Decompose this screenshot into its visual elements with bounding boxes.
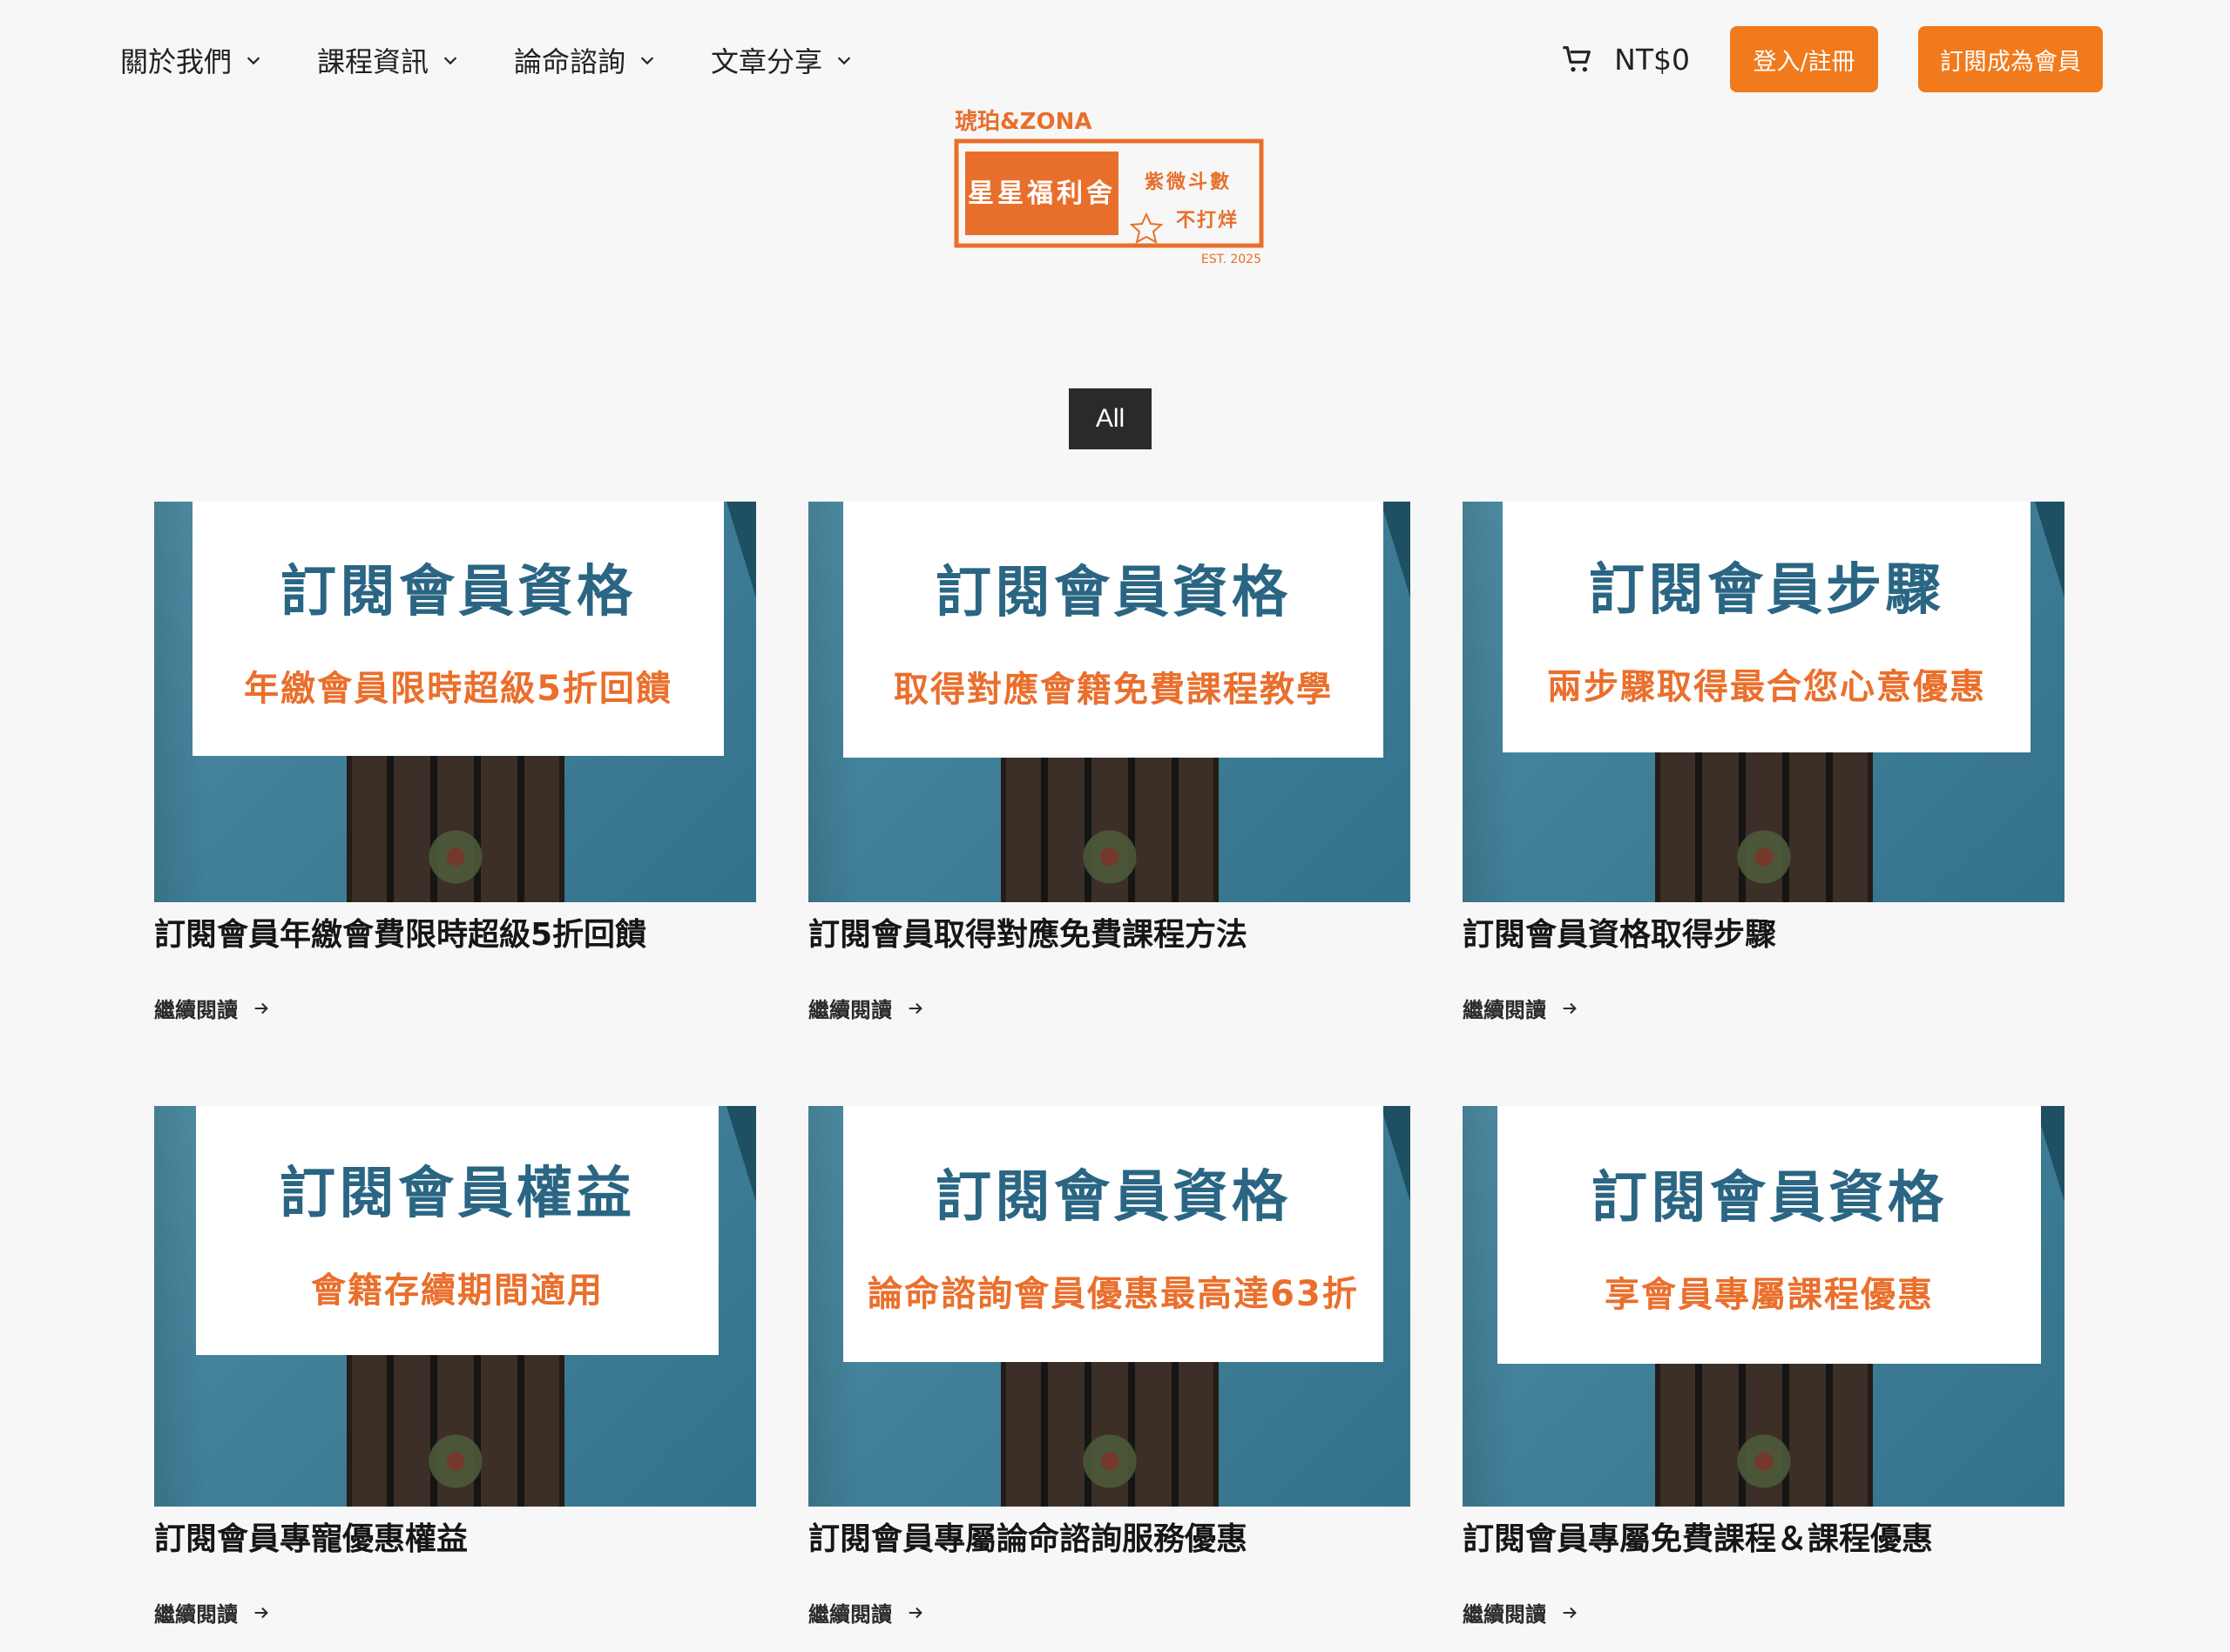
read-more-label: 繼續閱讀: [1463, 998, 1546, 1022]
post-thumbnail[interactable]: 訂閱會員步驟 兩步驟取得最合您心意優惠: [1463, 502, 2064, 902]
arrow-right-icon: [1563, 1607, 1577, 1618]
thumbnail-subtitle: 年繳會員限時超級5折回饋: [244, 669, 672, 709]
nav-item-courses[interactable]: 課程資訊: [317, 40, 460, 80]
arrow-right-icon: [1563, 1002, 1577, 1014]
filter-all-button[interactable]: All: [1069, 388, 1152, 449]
post-card: 訂閱會員步驟 兩步驟取得最合您心意優惠 訂閱會員資格取得步驟 繼續閱讀: [1463, 502, 2064, 1023]
window-image: [1654, 1350, 1873, 1507]
nav-item-about[interactable]: 關於我們: [120, 40, 263, 80]
window-image: [1654, 745, 1873, 902]
arrow-right-icon: [909, 1002, 922, 1014]
thumbnail-panel: 訂閱會員資格 取得對應會籍免費課程教學: [843, 502, 1383, 758]
nav-item-label: 課程資訊: [317, 45, 429, 78]
read-more-label: 繼續閱讀: [808, 998, 892, 1022]
nav-actions: NT$0 登入/註冊 訂閱成為會員: [1560, 26, 2103, 92]
thumbnail-title: 訂閱會員資格: [936, 1165, 1291, 1230]
thumbnail-panel: 訂閱會員權益 會籍存續期間適用: [196, 1106, 719, 1355]
post-thumbnail[interactable]: 訂閱會員資格 年繳會員限時超級5折回饋: [154, 502, 756, 902]
cart-icon: [1563, 46, 1591, 72]
thumbnail-subtitle: 取得對應會籍免費課程教學: [894, 670, 1333, 710]
read-more-link[interactable]: 繼續閱讀: [808, 993, 1410, 1023]
window-image: [346, 1350, 564, 1507]
thumbnail-subtitle: 享會員專屬課程優惠: [1605, 1275, 1934, 1315]
main-nav: 關於我們 課程資訊 論命諮詢 文章分享: [120, 40, 854, 80]
post-card: 訂閱會員資格 年繳會員限時超級5折回饋 訂閱會員年繳會費限時超級5折回饋 繼續閱…: [154, 502, 756, 1023]
window-image: [1000, 1350, 1219, 1507]
read-more-label: 繼續閱讀: [808, 1602, 892, 1627]
post-thumbnail[interactable]: 訂閱會員權益 會籍存續期間適用: [154, 1106, 756, 1507]
subscribe-button[interactable]: 訂閱成為會員: [1918, 26, 2103, 92]
thumbnail-title: 訂閱會員資格: [1591, 1166, 1947, 1231]
nav-item-articles[interactable]: 文章分享: [711, 40, 854, 80]
arrow-right-icon: [254, 1607, 268, 1618]
nav-item-label: 論命諮詢: [514, 45, 626, 78]
thumbnail-panel: 訂閱會員步驟 兩步驟取得最合您心意優惠: [1503, 502, 2031, 752]
login-register-button[interactable]: 登入/註冊: [1730, 26, 1878, 92]
thumbnail-panel: 訂閱會員資格 享會員專屬課程優惠: [1497, 1106, 2041, 1364]
chevron-down-icon: [640, 57, 654, 65]
post-title[interactable]: 訂閱會員年繳會費限時超級5折回饋: [154, 909, 756, 954]
thumbnail-title: 訂閱會員資格: [280, 560, 636, 624]
read-more-link[interactable]: 繼續閱讀: [1463, 993, 2064, 1023]
thumbnail-subtitle: 兩步驟取得最合您心意優惠: [1547, 667, 1986, 707]
read-more-link[interactable]: 繼續閱讀: [154, 1597, 756, 1628]
post-thumbnail[interactable]: 訂閱會員資格 享會員專屬課程優惠: [1463, 1106, 2064, 1507]
post-card: 訂閱會員資格 取得對應會籍免費課程教學 訂閱會員取得對應免費課程方法 繼續閱讀: [808, 502, 1410, 1023]
logo-side-line2: 不打烊: [1176, 209, 1239, 232]
logo-side-line1: 紫微斗數: [1145, 171, 1232, 193]
read-more-label: 繼續閱讀: [154, 1602, 238, 1627]
thumbnail-panel: 訂閱會員資格 論命諮詢會員優惠最高達63折: [843, 1106, 1383, 1362]
site-logo[interactable]: 琥珀&ZONA 星星福利舍 紫微斗數 不打烊 EST. 2025: [953, 108, 1267, 268]
window-image: [1000, 745, 1219, 902]
cart-button[interactable]: NT$0: [1560, 42, 1690, 77]
read-more-link[interactable]: 繼續閱讀: [1463, 1597, 2064, 1628]
nav-item-label: 關於我們: [120, 45, 233, 78]
logo-top-text: 琥珀&ZONA: [955, 109, 1092, 135]
chevron-down-icon: [247, 57, 260, 65]
arrow-right-icon: [909, 1607, 922, 1618]
logo-badge-text: 星星福利舍: [968, 179, 1116, 209]
chevron-down-icon: [443, 57, 457, 65]
post-title[interactable]: 訂閱會員專屬免費課程＆課程優惠: [1463, 1514, 2064, 1559]
nav-item-consult[interactable]: 論命諮詢: [514, 40, 657, 80]
post-title[interactable]: 訂閱會員專屬論命諮詢服務優惠: [808, 1514, 1410, 1559]
post-card: 訂閱會員資格 論命諮詢會員優惠最高達63折 訂閱會員專屬論命諮詢服務優惠 繼續閱…: [808, 1106, 1410, 1628]
read-more-link[interactable]: 繼續閱讀: [808, 1597, 1410, 1628]
arrow-right-icon: [254, 1002, 268, 1014]
post-thumbnail[interactable]: 訂閱會員資格 論命諮詢會員優惠最高達63折: [808, 1106, 1410, 1507]
window-image: [346, 745, 564, 902]
read-more-label: 繼續閱讀: [154, 998, 238, 1022]
star-icon: [1129, 212, 1164, 244]
post-title[interactable]: 訂閱會員專寵優惠權益: [154, 1514, 756, 1559]
read-more-link[interactable]: 繼續閱讀: [154, 993, 756, 1023]
chevron-down-icon: [837, 57, 851, 65]
thumbnail-subtitle: 論命諮詢會員優惠最高達63折: [868, 1274, 1359, 1314]
nav-item-label: 文章分享: [711, 45, 823, 78]
thumbnail-title: 訂閱會員步驟: [1589, 558, 1944, 623]
post-card: 訂閱會員資格 享會員專屬課程優惠 訂閱會員專屬免費課程＆課程優惠 繼續閱讀: [1463, 1106, 2064, 1628]
logo-est: EST. 2025: [1201, 253, 1261, 266]
thumbnail-panel: 訂閱會員資格 年繳會員限時超級5折回饋: [193, 502, 724, 756]
thumbnail-title: 訂閱會員權益: [280, 1162, 635, 1226]
thumbnail-title: 訂閱會員資格: [936, 561, 1291, 625]
post-title[interactable]: 訂閱會員資格取得步驟: [1463, 909, 2064, 954]
post-title[interactable]: 訂閱會員取得對應免費課程方法: [808, 909, 1410, 954]
thumbnail-subtitle: 會籍存續期間適用: [311, 1271, 604, 1311]
post-thumbnail[interactable]: 訂閱會員資格 取得對應會籍免費課程教學: [808, 502, 1410, 902]
read-more-label: 繼續閱讀: [1463, 1602, 1546, 1627]
cart-amount: NT$0: [1614, 42, 1690, 77]
post-card: 訂閱會員權益 會籍存續期間適用 訂閱會員專寵優惠權益 繼續閱讀: [154, 1106, 756, 1628]
